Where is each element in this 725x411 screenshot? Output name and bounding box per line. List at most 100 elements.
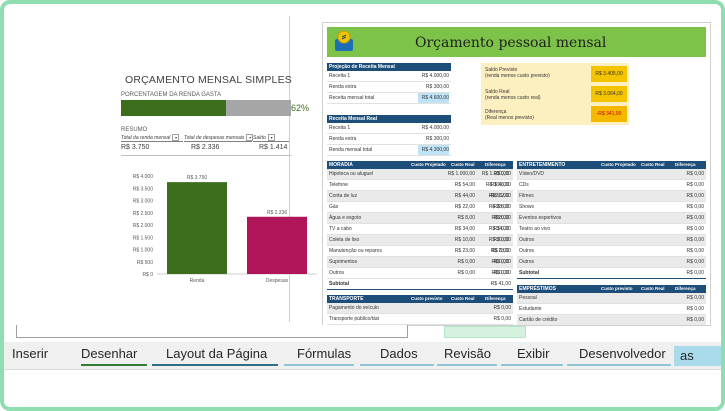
subtotal-row[interactable]: Subtotal R$ 41,00: [327, 279, 513, 290]
table-row[interactable]: Pessoal R$ 0,00: [517, 293, 706, 304]
transport-table: TRANSPORTE Custo previsto Custo Real Dif…: [327, 295, 513, 325]
section-header: TRANSPORTE Custo previsto Custo Real Dif…: [327, 295, 513, 303]
row-label: Renda mensal total: [329, 147, 373, 153]
table-row[interactable]: Renda mensal total R$ 4.300,00: [327, 145, 451, 156]
table-row[interactable]: Eventos esportivos R$ 0,00: [517, 213, 706, 224]
column-header: Diferença: [675, 162, 696, 167]
cell-value: R$ 23,00: [454, 248, 475, 254]
table-row[interactable]: Estudante R$ 0,00: [517, 304, 706, 315]
balance-projected-value[interactable]: R$ 3.405,00: [591, 66, 627, 82]
tab-desenvolvedor[interactable]: Desenvolvedor: [579, 346, 666, 361]
cell-value: R$ 0,00: [686, 237, 704, 243]
table-row[interactable]: Renda extra R$ 300,00: [327, 134, 451, 145]
table-row[interactable]: Shows R$ 0,00: [517, 202, 706, 213]
table-row[interactable]: Gás R$ 22,00 R$ 28,00 -R$ 6,00: [327, 202, 513, 213]
table-row[interactable]: Outros R$ 0,00: [517, 235, 706, 246]
column-header: Diferença: [485, 296, 506, 301]
header-balance[interactable]: Saldo ▾: [253, 134, 289, 142]
tab-exibir[interactable]: Exibir: [517, 346, 550, 361]
table-row[interactable]: Cartão de crédito R$ 0,00: [517, 315, 706, 325]
y-tick-label: R$ 3.000: [133, 199, 154, 205]
data-label: R$ 2.336: [267, 210, 288, 216]
entertainment-rows: Vídeo/DVD R$ 0,00 CDs R$ 0,00 Filmes R$ 0,00 S…: [517, 169, 706, 279]
table-row[interactable]: Renda extra R$ 300,00: [327, 82, 451, 93]
row-label: Manutenção ou reparos: [329, 248, 382, 254]
subtotal-row[interactable]: Subtotal R$ 0,00: [517, 268, 706, 279]
table-row[interactable]: Conta de luz R$ 44,00 R$ 56,00 -R$ 12,00: [327, 191, 513, 202]
table-row[interactable]: Receita 1 R$ 4.000,00: [327, 123, 451, 134]
subtotal-value: R$ 0,00: [686, 270, 704, 276]
summary-label: RESUMO: [121, 127, 148, 133]
table-row[interactable]: Transporte público/táxi R$ 0,00: [327, 314, 513, 325]
row-label: Hipoteca ou aluguel: [329, 171, 374, 177]
loans-table: EMPRÉSTIMOS Custo previsto Custo Real Di…: [517, 285, 706, 325]
bar-renda[interactable]: [167, 182, 227, 274]
ribbon-tabs: Inserir Desenhar Layout da Página Fórmul…: [4, 342, 721, 370]
row-label: Coleta de lixo: [329, 237, 360, 243]
data-label: R$ 3.750: [187, 175, 208, 181]
row-label: Transporte público/táxi: [329, 316, 380, 322]
header-total-expenses[interactable]: Total de despesas mensais ▾: [184, 134, 254, 142]
template-title: ORÇAMENTO MENSAL SIMPLES: [125, 74, 293, 86]
tab-partial[interactable]: as: [674, 346, 721, 366]
row-label: Receita mensal total: [329, 95, 375, 101]
table-row[interactable]: Telefone R$ 54,00 R$ 100,00 -R$ 46,00: [327, 180, 513, 191]
row-label: Receita 1: [329, 125, 351, 131]
table-row[interactable]: Outros R$ 0,00: [517, 246, 706, 257]
table-row[interactable]: Outros R$ 0,00 R$ 0,00 R$ 0,00: [327, 268, 513, 279]
table-row[interactable]: Coleta de lixo R$ 10,00 R$ 10,00 R$ 0,00: [327, 235, 513, 246]
tab-revisao[interactable]: Revisão: [444, 346, 491, 361]
y-tick-label: R$ 4.000: [133, 174, 154, 180]
row-label: Renda extra: [329, 84, 357, 90]
table-row[interactable]: Hipoteca ou aluguel R$ 1.000,00 R$ 1.000,0…: [327, 169, 513, 180]
table-row[interactable]: CDs R$ 0,00: [517, 180, 706, 191]
table-row[interactable]: Suprimentos R$ 0,00 R$ 0,00 R$ 0,00: [327, 257, 513, 268]
section-title: MORADIA: [329, 162, 353, 168]
column-header: Diferença: [675, 286, 696, 291]
balance-value: R$ 1.414: [259, 144, 288, 151]
cell-value: R$ 0,00: [457, 270, 475, 276]
balance-actual-value[interactable]: R$ 3.064,00: [591, 86, 627, 102]
filter-dropdown-icon[interactable]: ▾: [172, 134, 180, 141]
difference-value[interactable]: -R$ 341,00: [591, 106, 627, 122]
cell-value: -R$ 46,00: [489, 182, 511, 188]
tab-underline: [437, 364, 497, 366]
table-row[interactable]: Água e esgoto R$ 8,00 R$ 8,00 R$ 0,00: [327, 213, 513, 224]
cell-value: R$ 0,00: [686, 226, 704, 232]
scroll-thumb[interactable]: [444, 326, 526, 338]
housing-rows: Hipoteca ou aluguel R$ 1.000,00 R$ 1.000,0…: [327, 169, 513, 290]
section-header: Projeção de Receita Mensal: [327, 63, 451, 71]
balance-summary-box: Saldo Previsto (renda menos custo previst…: [481, 63, 629, 125]
column-header: Custo Real: [451, 296, 475, 301]
table-row[interactable]: Pagamento do veículo R$ 0,00: [327, 303, 513, 314]
table-row[interactable]: TV a cabo R$ 34,00 R$ 34,00 R$ 0,00: [327, 224, 513, 235]
divider: [121, 155, 291, 156]
simple-budget-template[interactable]: ORÇAMENTO MENSAL SIMPLES PORCENTAGEM DA …: [13, 16, 317, 322]
personal-budget-template[interactable]: Orçamento pessoal mensal Projeção de Rec…: [322, 22, 711, 326]
table-row[interactable]: Outros R$ 0,00: [517, 257, 706, 268]
table-row[interactable]: Teatro ao vivo R$ 0,00: [517, 224, 706, 235]
cell-value: R$ 0,00: [686, 295, 704, 301]
income-expense-chart[interactable]: R$ 0 R$ 500 R$ 1.000 R$ 1.500 R$ 2.000 R$ 2.5…: [121, 166, 321, 286]
filter-dropdown-icon[interactable]: ▾: [267, 134, 275, 141]
y-tick-label: R$ 2.000: [133, 223, 154, 229]
table-row[interactable]: Receita mensal total R$ 4.600,00: [327, 93, 451, 104]
table-row[interactable]: Vídeo/DVD R$ 0,00: [517, 169, 706, 180]
tab-inserir[interactable]: Inserir: [12, 346, 48, 361]
table-row[interactable]: Manutenção ou reparos R$ 23,00 R$ 0,00 R$ 2…: [327, 246, 513, 257]
header-total-income[interactable]: Total da renda mensal ▾: [121, 134, 183, 142]
table-row[interactable]: Filmes R$ 0,00: [517, 191, 706, 202]
cell-value: R$ 0,00: [493, 237, 511, 243]
tab-layout-da-pagina[interactable]: Layout da Página: [166, 346, 267, 361]
tab-dados[interactable]: Dados: [380, 346, 418, 361]
column-header: Custo Projetado: [411, 162, 446, 167]
y-tick-label: R$ 1.500: [133, 235, 154, 241]
percent-spent-label: PORCENTAGEM DA RENDA GASTA: [121, 92, 222, 98]
row-label: Cartão de crédito: [519, 317, 558, 323]
table-row[interactable]: Receita 1 R$ 4.000,00: [327, 71, 451, 82]
difference-label: Diferença (Real menos previsto): [485, 109, 534, 121]
tab-desenhar[interactable]: Desenhar: [81, 346, 137, 361]
horizontal-scrollbar[interactable]: [16, 325, 408, 338]
tab-formulas[interactable]: Fórmulas: [297, 346, 351, 361]
bar-despesas[interactable]: [247, 216, 307, 274]
